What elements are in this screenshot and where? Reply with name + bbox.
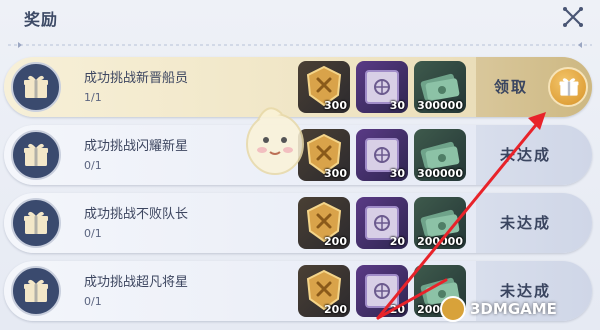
watermark-text: 3DMGAME (470, 300, 557, 318)
gift-icon (11, 266, 61, 316)
reward-item[interactable]: 300000 (414, 61, 466, 113)
item-quantity: 300000 (417, 99, 463, 112)
item-quantity: 300 (324, 167, 347, 180)
claim-gift-button[interactable] (548, 67, 588, 107)
status-panel: 未达成 (476, 125, 592, 185)
reward-item[interactable]: 200 (298, 197, 350, 249)
task-name: 成功挑战闪耀新星 (84, 139, 189, 154)
task-progress: 1/1 (84, 91, 102, 104)
item-quantity: 20 (389, 235, 405, 248)
watermark-logo-icon (440, 296, 466, 322)
reward-item[interactable]: 300000 (414, 129, 466, 181)
task-progress: 0/1 (84, 227, 102, 240)
item-quantity: 300000 (417, 167, 463, 180)
divider (8, 34, 592, 48)
item-quantity: 200 (324, 235, 347, 248)
status-panel: 未达成 (476, 193, 592, 253)
mascot-watermark (238, 100, 312, 178)
page-title: 奖励 (24, 10, 59, 29)
claim-label: 领取 (494, 78, 529, 96)
not-achieved-label: 未达成 (500, 214, 552, 232)
reward-item[interactable]: 20 (356, 265, 408, 317)
not-achieved-label: 未达成 (500, 146, 552, 164)
reward-row: 成功挑战不败队长 0/1 200 20 200000 未达成 (4, 193, 592, 253)
task-progress: 0/1 (84, 295, 102, 308)
header: 奖励 (0, 0, 600, 48)
reward-item[interactable]: 30 (356, 129, 408, 181)
reward-item[interactable]: 200000 (414, 197, 466, 249)
not-achieved-label: 未达成 (500, 282, 552, 300)
item-quantity: 300 (324, 99, 347, 112)
task-name: 成功挑战新晋船员 (84, 71, 189, 86)
item-quantity: 200 (324, 303, 347, 316)
item-quantity: 20 (389, 303, 405, 316)
task-progress: 0/1 (84, 159, 102, 172)
reward-item[interactable]: 30 (356, 61, 408, 113)
task-name: 成功挑战不败队长 (84, 207, 189, 222)
gift-icon (11, 130, 61, 180)
item-quantity: 30 (389, 167, 405, 180)
task-name: 成功挑战超凡将星 (84, 275, 189, 290)
reward-item[interactable]: 200 (298, 265, 350, 317)
reward-item[interactable]: 20 (356, 197, 408, 249)
gift-icon (11, 198, 61, 248)
item-quantity: 30 (389, 99, 405, 112)
crossed-swords-icon[interactable] (562, 6, 584, 28)
item-quantity: 200000 (417, 235, 463, 248)
gift-icon (11, 62, 61, 112)
